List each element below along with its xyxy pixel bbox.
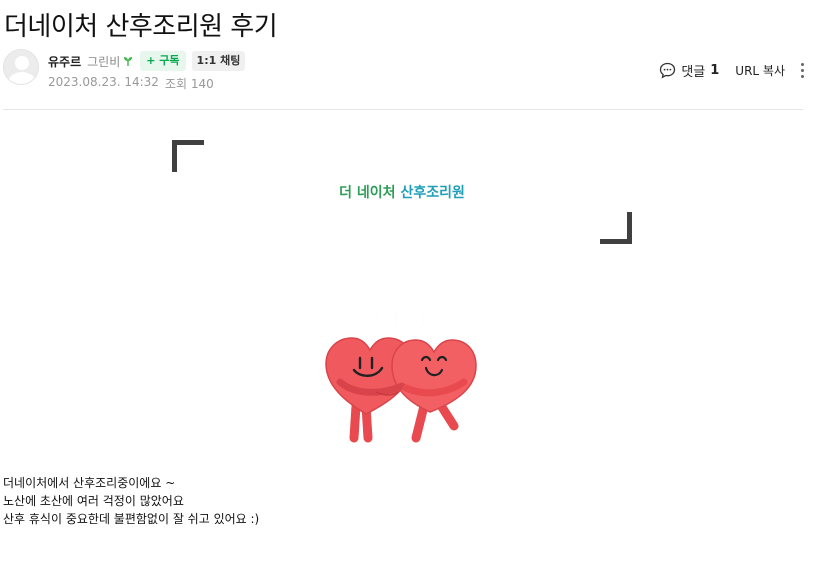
chat-button[interactable]: 1:1 채팅 [191,51,246,71]
more-options-icon[interactable] [799,63,806,78]
post-date: 2023.08.23. 14:32 [48,75,159,89]
sprout-icon [124,57,133,66]
quote-text-part2: 산후조리원 [400,185,465,201]
author-level: 그린비 [87,53,134,70]
quote-corner-top-left [172,140,204,172]
author-name[interactable]: 유주르 [48,53,81,70]
post-body: 더네이처에서 산후조리중이에요 ~ 노산에 초산에 여러 걱정이 많았어요 산후… [3,474,259,528]
comment-icon [660,62,676,79]
author-level-label: 그린비 [87,54,121,69]
quote-corner-bottom-right [600,212,632,244]
body-line: 더네이처에서 산후조리중이에요 ~ [3,476,176,490]
comment-label: 댓글 [681,65,706,80]
quote-text-part1: 더 네이처 [339,185,396,201]
subscribe-button[interactable]: + 구독 [140,51,186,71]
body-line: 산후 휴식이 중요한데 불편함없이 잘 쉬고 있어요 :) [3,512,260,526]
hugging-hearts-sticker[interactable]: 좋은일만 가득하길 [306,298,502,448]
body-line: 노산에 초산에 여러 걱정이 많았어요 [3,494,184,508]
quote-text: 더 네이처 산후조리원 [172,182,632,202]
header-divider [3,109,803,110]
sticker-caption: 좋은일만 가득하길 [319,303,490,340]
avatar-body-shape [8,72,36,84]
comment-count: 1 [710,63,720,78]
post-title: 더네이처 산후조리원 후기 [4,12,278,42]
quote-block: 더 네이처 산후조리원 [172,140,632,244]
post-meta: 2023.08.23. 14:32 조회 140 [48,75,214,92]
url-copy-button[interactable]: URL 복사 [735,62,785,79]
avatar[interactable] [3,49,39,85]
author-row: 유주르 그린비 + 구독 1:1 채팅 [48,51,246,71]
post-tools: 댓글 1 URL 복사 [659,61,806,80]
comment-button[interactable]: 댓글 1 [659,61,719,80]
avatar-head-shape [15,56,29,70]
post-views: 조회 140 [164,77,214,91]
